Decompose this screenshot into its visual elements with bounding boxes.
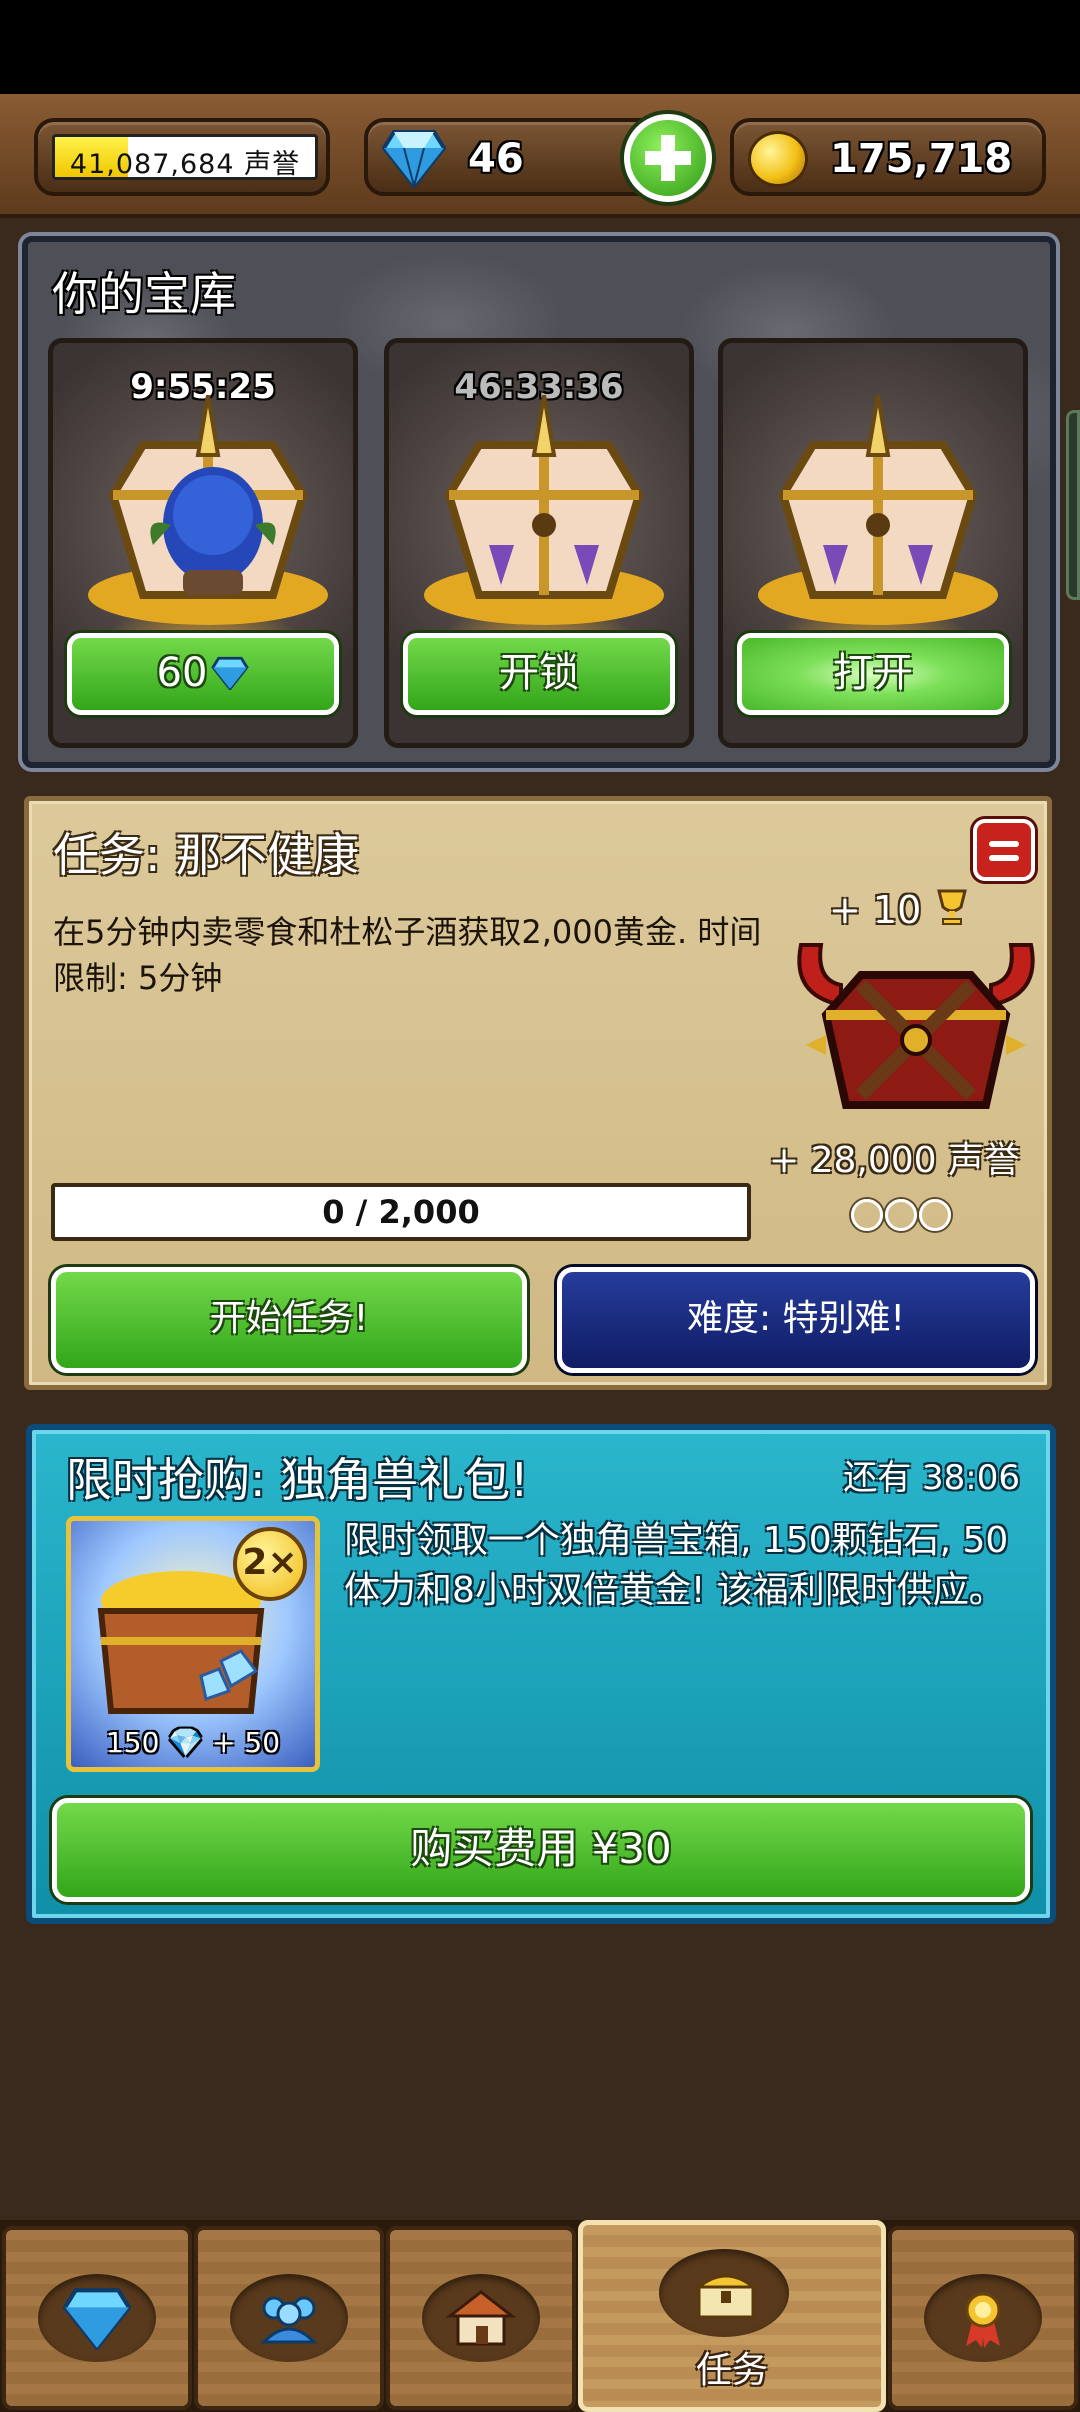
treasure-chest-icon <box>694 2274 758 2319</box>
nav-tab-staff[interactable] <box>194 2226 384 2410</box>
nav-tab-socket <box>659 2249 789 2337</box>
double-gold-badge: 2× <box>233 1527 307 1601</box>
difficulty-dot <box>919 1199 951 1231</box>
gold-count: 175,718 <box>830 136 1013 182</box>
quest-progress-bar: 0 / 2,000 <box>51 1183 751 1241</box>
reputation-text: 41,087,684 声誉 <box>69 149 301 180</box>
difficulty-indicator <box>851 1199 953 1231</box>
unicorn-chest-icon <box>424 395 664 625</box>
resource-bar: 41,087,684 声誉 46 175,718 <box>0 94 1080 218</box>
buy-button[interactable]: 购买费用 ¥30 <box>52 1798 1030 1902</box>
unicorn-pack-image: 2× 150 💎 + 50 <box>66 1516 320 1772</box>
bottom-navigation: 任务 <box>0 2220 1080 2412</box>
red-chest-icon <box>797 943 1035 1109</box>
start-quest-button[interactable]: 开始任务! <box>51 1267 527 1373</box>
gems-panel: 46 <box>364 114 712 202</box>
nav-tab-label: 任务 <box>695 2350 768 2391</box>
flash-sale-panel: 限时抢购: 独角兽礼包! 还有 38:06 2× 150 💎 + 50 限时领取… <box>26 1424 1056 1924</box>
nav-tab-socket <box>230 2274 348 2362</box>
unicorn-chest-icon <box>88 395 328 625</box>
trophy-icon <box>937 889 968 925</box>
add-gems-button[interactable] <box>624 114 712 202</box>
nav-tab-socket <box>38 2274 156 2362</box>
speedup-gems-button[interactable]: 60 <box>67 633 339 715</box>
nav-tab-socket <box>924 2274 1042 2362</box>
reputation-panel[interactable]: 41,087,684 声誉 <box>34 118 330 196</box>
difficulty-dot <box>885 1199 917 1231</box>
shop-icon <box>445 2290 517 2346</box>
nav-tab-shop[interactable] <box>386 2226 576 2410</box>
vault-slot-1[interactable]: 9:55:25 60 <box>48 338 358 748</box>
status-bar <box>0 0 1080 94</box>
diamond-icon <box>62 2288 132 2350</box>
gold-coin-icon <box>748 131 808 187</box>
people-icon <box>260 2296 318 2344</box>
difficulty-button[interactable]: 难度: 特别难! <box>557 1267 1035 1373</box>
quest-panel: 任务: 那不健康 在5分钟内卖零食和杜松子酒获取2,000黄金. 时间限制: 5… <box>24 796 1052 1390</box>
diamond-icon <box>382 130 446 188</box>
unlock-button[interactable]: 开锁 <box>403 633 675 715</box>
pack-contents-label: 150 💎 + 50 <box>105 1726 281 1759</box>
quest-title: 任务: 那不健康 <box>53 828 360 882</box>
reputation-progress-bar: 41,087,684 声誉 <box>52 134 318 180</box>
gold-panel: 175,718 <box>730 118 1046 196</box>
offer-timer: 还有 38:06 <box>843 1458 1020 1498</box>
offer-title: 限时抢购: 独角兽礼包! <box>66 1453 529 1507</box>
vault-slot-3[interactable]: 打开 <box>718 338 1028 748</box>
reward-trophies: + 10 <box>829 887 971 932</box>
side-drawer-handle[interactable] <box>1066 410 1080 600</box>
nav-tab-quests[interactable]: 任务 <box>578 2220 886 2412</box>
nav-tab-gems[interactable] <box>2 2226 192 2410</box>
vault-panel: 你的宝库 9:55:25 60 46:33:36 开锁 打开 <box>22 236 1056 768</box>
vault-slot-2[interactable]: 46:33:36 开锁 <box>384 338 694 748</box>
quest-description: 在5分钟内卖零食和杜松子酒获取2,000黄金. 时间限制: 5分钟 <box>53 913 762 997</box>
reward-reputation: + 28,000 声誉 <box>769 1140 1021 1181</box>
open-chest-button[interactable]: 打开 <box>737 633 1009 715</box>
vault-title: 你的宝库 <box>52 267 236 321</box>
nav-tab-achievements[interactable] <box>888 2226 1078 2410</box>
unicorn-chest-icon <box>758 395 998 625</box>
medal-icon <box>965 2292 1001 2348</box>
offer-description: 限时领取一个独角兽宝箱, 150颗钻石, 50体力和8小时双倍黄金! 该福利限时… <box>344 1520 1009 1611</box>
diamond-icon <box>211 656 250 690</box>
nav-tab-socket <box>422 2274 540 2362</box>
swap-quest-button[interactable] <box>973 819 1035 881</box>
gems-count: 46 <box>468 136 524 182</box>
difficulty-dot <box>851 1199 883 1231</box>
